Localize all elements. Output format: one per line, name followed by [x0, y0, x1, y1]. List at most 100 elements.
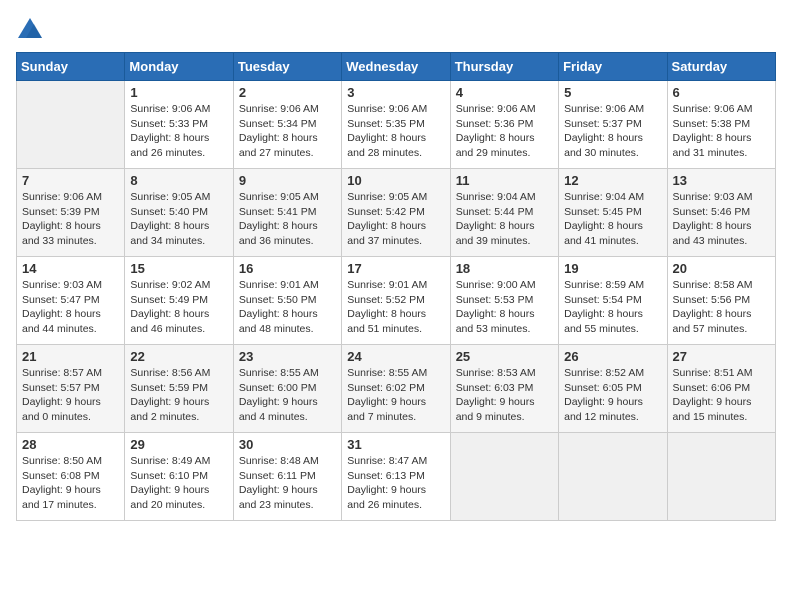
- day-number: 27: [673, 349, 770, 364]
- day-number: 21: [22, 349, 119, 364]
- calendar-cell: 18 Sunrise: 9:00 AMSunset: 5:53 PMDaylig…: [450, 257, 558, 345]
- day-info: Sunrise: 8:55 AMSunset: 6:00 PMDaylight:…: [239, 366, 336, 425]
- calendar-cell: 23 Sunrise: 8:55 AMSunset: 6:00 PMDaylig…: [233, 345, 341, 433]
- col-header-sunday: Sunday: [17, 53, 125, 81]
- calendar-cell: 27 Sunrise: 8:51 AMSunset: 6:06 PMDaylig…: [667, 345, 775, 433]
- day-number: 30: [239, 437, 336, 452]
- calendar-cell: 12 Sunrise: 9:04 AMSunset: 5:45 PMDaylig…: [559, 169, 667, 257]
- day-number: 4: [456, 85, 553, 100]
- calendar-cell: 2 Sunrise: 9:06 AMSunset: 5:34 PMDayligh…: [233, 81, 341, 169]
- calendar-cell: 29 Sunrise: 8:49 AMSunset: 6:10 PMDaylig…: [125, 433, 233, 521]
- day-info: Sunrise: 9:06 AMSunset: 5:37 PMDaylight:…: [564, 102, 661, 161]
- day-number: 31: [347, 437, 444, 452]
- day-info: Sunrise: 8:48 AMSunset: 6:11 PMDaylight:…: [239, 454, 336, 513]
- day-number: 3: [347, 85, 444, 100]
- day-number: 25: [456, 349, 553, 364]
- calendar-cell: 13 Sunrise: 9:03 AMSunset: 5:46 PMDaylig…: [667, 169, 775, 257]
- day-number: 28: [22, 437, 119, 452]
- col-header-wednesday: Wednesday: [342, 53, 450, 81]
- calendar-cell: 28 Sunrise: 8:50 AMSunset: 6:08 PMDaylig…: [17, 433, 125, 521]
- calendar-table: SundayMondayTuesdayWednesdayThursdayFrid…: [16, 52, 776, 521]
- day-info: Sunrise: 9:06 AMSunset: 5:34 PMDaylight:…: [239, 102, 336, 161]
- calendar-cell: 9 Sunrise: 9:05 AMSunset: 5:41 PMDayligh…: [233, 169, 341, 257]
- day-info: Sunrise: 8:55 AMSunset: 6:02 PMDaylight:…: [347, 366, 444, 425]
- calendar-cell: 15 Sunrise: 9:02 AMSunset: 5:49 PMDaylig…: [125, 257, 233, 345]
- day-info: Sunrise: 9:04 AMSunset: 5:45 PMDaylight:…: [564, 190, 661, 249]
- calendar-cell: 25 Sunrise: 8:53 AMSunset: 6:03 PMDaylig…: [450, 345, 558, 433]
- day-number: 12: [564, 173, 661, 188]
- day-number: 29: [130, 437, 227, 452]
- col-header-monday: Monday: [125, 53, 233, 81]
- calendar-cell: 3 Sunrise: 9:06 AMSunset: 5:35 PMDayligh…: [342, 81, 450, 169]
- calendar-cell: 4 Sunrise: 9:06 AMSunset: 5:36 PMDayligh…: [450, 81, 558, 169]
- day-number: 20: [673, 261, 770, 276]
- calendar-cell: 24 Sunrise: 8:55 AMSunset: 6:02 PMDaylig…: [342, 345, 450, 433]
- day-info: Sunrise: 9:06 AMSunset: 5:33 PMDaylight:…: [130, 102, 227, 161]
- day-number: 17: [347, 261, 444, 276]
- day-info: Sunrise: 9:06 AMSunset: 5:36 PMDaylight:…: [456, 102, 553, 161]
- calendar-cell: 6 Sunrise: 9:06 AMSunset: 5:38 PMDayligh…: [667, 81, 775, 169]
- day-info: Sunrise: 9:03 AMSunset: 5:46 PMDaylight:…: [673, 190, 770, 249]
- col-header-saturday: Saturday: [667, 53, 775, 81]
- day-number: 7: [22, 173, 119, 188]
- page-header: [16, 16, 776, 44]
- day-number: 14: [22, 261, 119, 276]
- calendar-cell: 14 Sunrise: 9:03 AMSunset: 5:47 PMDaylig…: [17, 257, 125, 345]
- calendar-cell: 30 Sunrise: 8:48 AMSunset: 6:11 PMDaylig…: [233, 433, 341, 521]
- day-number: 1: [130, 85, 227, 100]
- calendar-cell: [17, 81, 125, 169]
- calendar-cell: 31 Sunrise: 8:47 AMSunset: 6:13 PMDaylig…: [342, 433, 450, 521]
- calendar-cell: 8 Sunrise: 9:05 AMSunset: 5:40 PMDayligh…: [125, 169, 233, 257]
- day-info: Sunrise: 8:57 AMSunset: 5:57 PMDaylight:…: [22, 366, 119, 425]
- calendar-cell: 19 Sunrise: 8:59 AMSunset: 5:54 PMDaylig…: [559, 257, 667, 345]
- calendar-cell: 16 Sunrise: 9:01 AMSunset: 5:50 PMDaylig…: [233, 257, 341, 345]
- day-number: 18: [456, 261, 553, 276]
- day-info: Sunrise: 9:06 AMSunset: 5:39 PMDaylight:…: [22, 190, 119, 249]
- calendar-cell: 22 Sunrise: 8:56 AMSunset: 5:59 PMDaylig…: [125, 345, 233, 433]
- day-info: Sunrise: 9:01 AMSunset: 5:52 PMDaylight:…: [347, 278, 444, 337]
- day-number: 23: [239, 349, 336, 364]
- day-number: 8: [130, 173, 227, 188]
- calendar-cell: 21 Sunrise: 8:57 AMSunset: 5:57 PMDaylig…: [17, 345, 125, 433]
- calendar-cell: [667, 433, 775, 521]
- day-info: Sunrise: 9:06 AMSunset: 5:35 PMDaylight:…: [347, 102, 444, 161]
- day-info: Sunrise: 8:51 AMSunset: 6:06 PMDaylight:…: [673, 366, 770, 425]
- day-info: Sunrise: 8:49 AMSunset: 6:10 PMDaylight:…: [130, 454, 227, 513]
- calendar-cell: 10 Sunrise: 9:05 AMSunset: 5:42 PMDaylig…: [342, 169, 450, 257]
- col-header-friday: Friday: [559, 53, 667, 81]
- day-info: Sunrise: 9:05 AMSunset: 5:41 PMDaylight:…: [239, 190, 336, 249]
- day-number: 19: [564, 261, 661, 276]
- logo: [16, 16, 46, 44]
- calendar-cell: 7 Sunrise: 9:06 AMSunset: 5:39 PMDayligh…: [17, 169, 125, 257]
- calendar-cell: 17 Sunrise: 9:01 AMSunset: 5:52 PMDaylig…: [342, 257, 450, 345]
- day-number: 15: [130, 261, 227, 276]
- day-number: 9: [239, 173, 336, 188]
- day-info: Sunrise: 8:59 AMSunset: 5:54 PMDaylight:…: [564, 278, 661, 337]
- logo-icon: [16, 16, 44, 44]
- day-number: 26: [564, 349, 661, 364]
- day-number: 16: [239, 261, 336, 276]
- day-number: 13: [673, 173, 770, 188]
- day-number: 11: [456, 173, 553, 188]
- day-info: Sunrise: 8:50 AMSunset: 6:08 PMDaylight:…: [22, 454, 119, 513]
- calendar-cell: 1 Sunrise: 9:06 AMSunset: 5:33 PMDayligh…: [125, 81, 233, 169]
- day-info: Sunrise: 8:53 AMSunset: 6:03 PMDaylight:…: [456, 366, 553, 425]
- col-header-thursday: Thursday: [450, 53, 558, 81]
- day-info: Sunrise: 9:01 AMSunset: 5:50 PMDaylight:…: [239, 278, 336, 337]
- calendar-cell: 20 Sunrise: 8:58 AMSunset: 5:56 PMDaylig…: [667, 257, 775, 345]
- day-info: Sunrise: 9:05 AMSunset: 5:42 PMDaylight:…: [347, 190, 444, 249]
- calendar-cell: 11 Sunrise: 9:04 AMSunset: 5:44 PMDaylig…: [450, 169, 558, 257]
- day-info: Sunrise: 9:03 AMSunset: 5:47 PMDaylight:…: [22, 278, 119, 337]
- day-number: 5: [564, 85, 661, 100]
- calendar-cell: 26 Sunrise: 8:52 AMSunset: 6:05 PMDaylig…: [559, 345, 667, 433]
- day-info: Sunrise: 8:56 AMSunset: 5:59 PMDaylight:…: [130, 366, 227, 425]
- day-info: Sunrise: 9:05 AMSunset: 5:40 PMDaylight:…: [130, 190, 227, 249]
- day-number: 24: [347, 349, 444, 364]
- calendar-cell: 5 Sunrise: 9:06 AMSunset: 5:37 PMDayligh…: [559, 81, 667, 169]
- day-info: Sunrise: 8:52 AMSunset: 6:05 PMDaylight:…: [564, 366, 661, 425]
- day-info: Sunrise: 9:06 AMSunset: 5:38 PMDaylight:…: [673, 102, 770, 161]
- day-number: 10: [347, 173, 444, 188]
- calendar-cell: [450, 433, 558, 521]
- col-header-tuesday: Tuesday: [233, 53, 341, 81]
- day-number: 6: [673, 85, 770, 100]
